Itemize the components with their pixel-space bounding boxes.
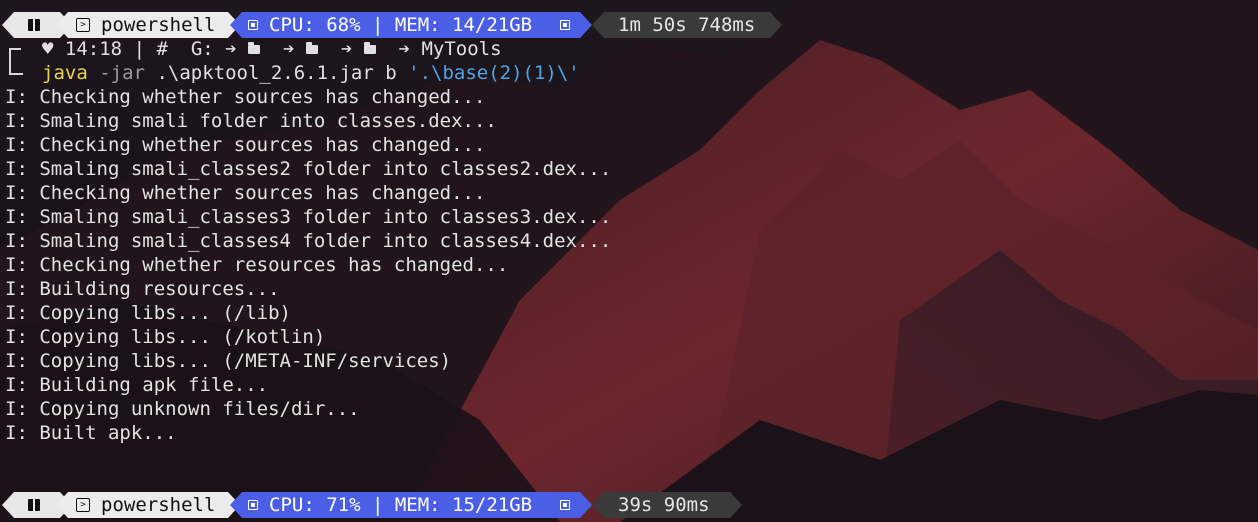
output-line: I: Copying libs... (/lib) — [5, 302, 291, 324]
clock-time: 14:18 — [64, 38, 123, 60]
arrow-right-icon: ➔ — [282, 38, 295, 60]
output-line: I: Checking whether sources has changed.… — [5, 182, 486, 204]
prompt-bar: > powershell CPU: 71% | MEM: 15/21GB 39s… — [0, 492, 1258, 518]
arrow-right-icon: ➔ — [225, 38, 237, 60]
output-line: I: Built apk... — [5, 422, 177, 444]
output-line: I: Smaling smali_classes3 folder into cl… — [5, 206, 612, 228]
terminal-icon: > — [76, 498, 90, 512]
output-line: I: Checking whether resources has change… — [5, 254, 509, 276]
shell-name: powershell — [101, 14, 216, 36]
chip-icon — [248, 500, 258, 510]
output-line: I: Copying libs... (/META-INF/services) — [5, 350, 452, 372]
system-stats: CPU: 71% | MEM: 15/21GB — [269, 494, 533, 516]
execution-duration: 39s 90ms — [618, 494, 710, 516]
path-leaf: MyTools — [421, 38, 502, 60]
system-stats: CPU: 68% | MEM: 14/21GB — [269, 14, 533, 36]
prompt-bar: > powershell CPU: 68% | MEM: 14/21GB 1m … — [0, 12, 1258, 38]
execution-duration: 1m 50s 748ms — [618, 14, 756, 36]
folder-icon — [305, 42, 318, 54]
duration-segment: 1m 50s 748ms — [604, 12, 770, 38]
arrow-right-icon: ➔ — [398, 38, 410, 60]
terminal-icon: > — [76, 18, 90, 32]
prompt-connector — [9, 59, 23, 75]
prompt-info: ♥ 14:18 | # G: ➔ ➔ ➔ ➔ MyTools — [42, 38, 502, 60]
os-segment — [14, 12, 60, 38]
path-root: G: — [190, 38, 214, 60]
folder-icon — [363, 42, 376, 54]
output-line: I: Checking whether sources has changed.… — [5, 134, 486, 156]
command-jar: .\apktool_2.6.1.jar — [156, 62, 374, 84]
chip-icon — [560, 500, 570, 510]
output-line: I: Checking whether sources has changed.… — [5, 86, 486, 108]
command-subcommand: b — [385, 62, 397, 84]
folder-icon — [248, 42, 261, 54]
output-line: I: Smaling smali_classes4 folder into cl… — [5, 230, 612, 252]
output-line: I: Copying libs... (/kotlin) — [5, 326, 326, 348]
system-stats-segment: CPU: 68% | MEM: 14/21GB — [242, 12, 580, 38]
windows-icon — [28, 499, 40, 511]
shell-name: powershell — [101, 494, 216, 516]
output-line: I: Smaling smali_classes2 folder into cl… — [5, 158, 612, 180]
command-line[interactable]: java -jar .\apktool_2.6.1.jar b '.\base(… — [42, 61, 580, 85]
arrow-right-icon: ➔ — [340, 38, 353, 60]
duration-segment: 39s 90ms — [604, 492, 730, 518]
command-target: '.\base(2)(1)\' — [408, 62, 580, 84]
output-line: I: Smaling smali folder into classes.dex… — [5, 110, 497, 132]
system-stats-segment: CPU: 71% | MEM: 15/21GB — [242, 492, 580, 518]
command-program: java — [42, 62, 88, 84]
heart-icon: ♥ — [42, 38, 54, 60]
os-segment — [14, 492, 60, 518]
output-line: I: Building apk file... — [5, 374, 269, 396]
chip-icon — [560, 20, 570, 30]
windows-icon — [28, 19, 40, 31]
output-line: I: Building resources... — [5, 278, 280, 300]
shell-segment: > powershell — [68, 12, 228, 38]
chip-icon — [248, 20, 258, 30]
shell-segment: > powershell — [68, 492, 228, 518]
command-flag: -jar — [99, 62, 145, 84]
output-line: I: Copying unknown files/dir... — [5, 398, 360, 420]
